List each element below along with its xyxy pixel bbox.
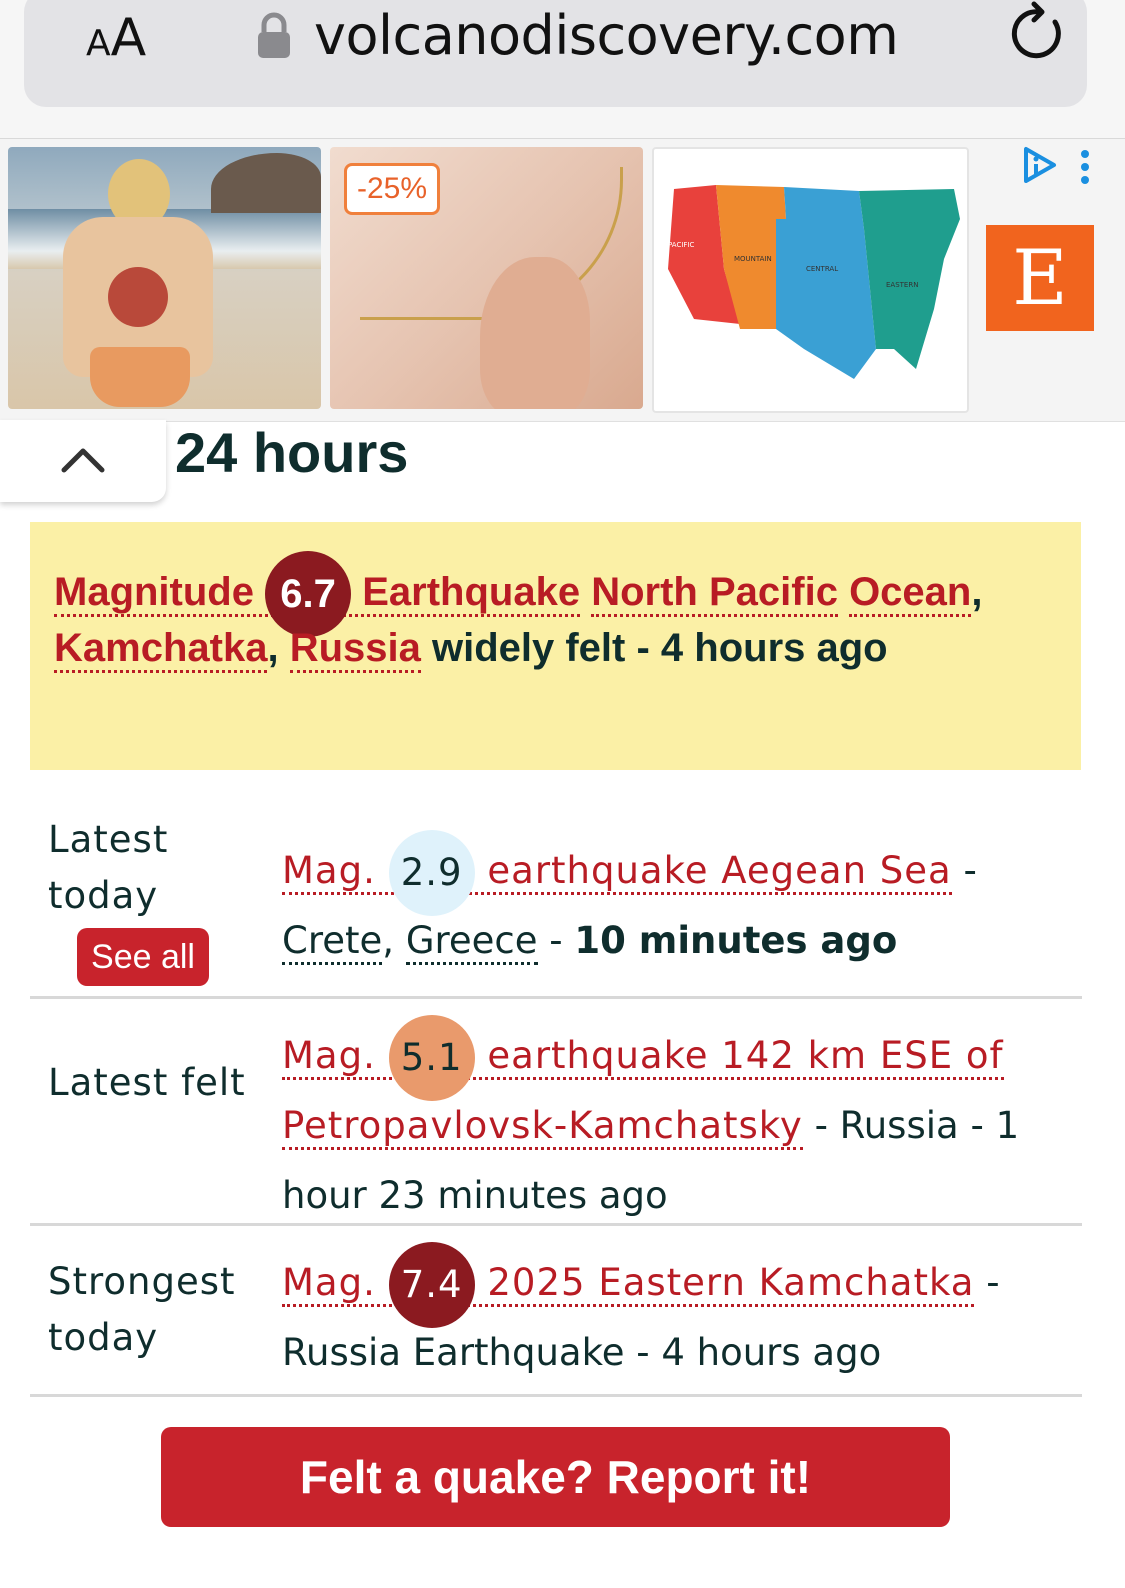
aa-small-label: A bbox=[86, 23, 111, 64]
separator: , bbox=[382, 919, 395, 962]
alert-place-link[interactable]: Kamchatka bbox=[54, 626, 268, 673]
major-quake-alert[interactable]: Magnitude 6.7 Earthquake North Pacific O… bbox=[30, 522, 1081, 770]
map-label-central: CENTRAL bbox=[806, 265, 838, 273]
alert-quake-word: Earthquake bbox=[362, 570, 581, 614]
row-label-latest-today: Latest today bbox=[48, 818, 169, 917]
discount-badge: -25% bbox=[344, 163, 441, 215]
ad-image-necklace[interactable]: -25% bbox=[330, 147, 643, 409]
map-label-eastern: EASTERN bbox=[886, 281, 918, 289]
row-label-strongest-today: Strongest today bbox=[48, 1260, 236, 1359]
latest-felt-row: Latest felt Mag. 5.1 earthquake 142 km E… bbox=[30, 999, 1082, 1226]
ad-image-sweatshirt[interactable] bbox=[8, 147, 321, 409]
map-label-pacific: PACIFIC bbox=[668, 241, 694, 249]
time-ago: 10 minutes ago bbox=[574, 919, 898, 962]
alert-suffix: widely felt - 4 hours ago bbox=[431, 626, 888, 670]
alert-magnitude-link[interactable]: Magnitude 6.7 Earthquake bbox=[54, 551, 581, 638]
magnitude-badge: 6.7 bbox=[265, 551, 352, 638]
ad-image-us-timezone-map[interactable]: PACIFIC MOUNTAIN CENTRAL EASTERN bbox=[652, 147, 969, 413]
us-map-graphic: PACIFIC MOUNTAIN CENTRAL EASTERN bbox=[668, 185, 960, 379]
country-link[interactable]: Greece bbox=[405, 919, 538, 965]
latest-today-row: Latest today See all Mag. 2.9 earthquake… bbox=[30, 800, 1082, 999]
chevron-up-icon bbox=[61, 448, 105, 473]
strongest-today-quake-link[interactable]: Mag. 7.4 2025 Eastern Kamchatka bbox=[282, 1241, 975, 1328]
section-title: 24 hours bbox=[175, 421, 409, 484]
address-bar[interactable]: AA volcanodiscovery.com bbox=[24, 0, 1087, 107]
adchoices-icon[interactable] bbox=[1020, 145, 1060, 185]
collapse-ad-button[interactable] bbox=[0, 420, 166, 502]
mag-prefix: Mag. bbox=[282, 1261, 376, 1304]
magnitude-badge: 5.1 bbox=[388, 1014, 475, 1101]
quake-title-place: Petropavlovsk-Kamchatsky bbox=[282, 1104, 803, 1147]
more-options-icon[interactable] bbox=[1079, 149, 1091, 185]
see-all-button[interactable]: See all bbox=[77, 928, 209, 986]
report-quake-button[interactable]: Felt a quake? Report it! bbox=[161, 1427, 950, 1527]
magnitude-badge: 2.9 bbox=[388, 829, 475, 916]
url-text[interactable]: volcanodiscovery.com bbox=[314, 4, 899, 67]
mag-prefix: Mag. bbox=[282, 849, 376, 892]
row-label-latest-felt: Latest felt bbox=[48, 1061, 246, 1104]
quake-title: earthquake 142 km ESE of bbox=[487, 1034, 1004, 1077]
reload-icon[interactable] bbox=[1008, 0, 1072, 64]
quake-title: 2025 Eastern Kamchatka bbox=[487, 1261, 975, 1304]
alert-prefix: Magnitude bbox=[54, 570, 254, 614]
latest-felt-text: Mag. 5.1 earthquake 142 km ESE of Petrop… bbox=[282, 1014, 1062, 1231]
strongest-today-text: Mag. 7.4 2025 Eastern Kamchatka - Russia… bbox=[282, 1241, 1062, 1388]
magnitude-badge: 7.4 bbox=[388, 1241, 475, 1328]
alert-headline: Magnitude 6.7 Earthquake North Pacific O… bbox=[54, 551, 1064, 676]
alert-ocean-link[interactable]: Ocean bbox=[849, 570, 972, 617]
strongest-today-row: Strongest today Mag. 7.4 2025 Eastern Ka… bbox=[30, 1226, 1082, 1397]
browser-toolbar: AA volcanodiscovery.com bbox=[0, 0, 1125, 139]
alert-sep-1: , bbox=[971, 570, 983, 614]
etsy-logo[interactable]: E bbox=[986, 225, 1094, 331]
text-size-button[interactable]: AA bbox=[86, 8, 146, 68]
aa-large-label: A bbox=[110, 8, 147, 68]
alert-region-link[interactable]: North Pacific bbox=[591, 570, 838, 617]
ad-banner[interactable]: -25% PACIFIC MOUNTAIN CENTRAL EASTERN E bbox=[0, 139, 1125, 422]
lock-icon bbox=[258, 12, 290, 58]
quake-title: earthquake Aegean Sea bbox=[487, 849, 952, 892]
map-label-mountain: MOUNTAIN bbox=[734, 255, 772, 263]
separator: - bbox=[951, 849, 977, 892]
alert-country-link[interactable]: Russia bbox=[289, 626, 421, 673]
separator: - bbox=[537, 919, 575, 962]
alert-sep-2: , bbox=[267, 626, 279, 670]
latest-today-quake-link[interactable]: Mag. 2.9 earthquake Aegean Sea bbox=[282, 829, 952, 916]
latest-today-text: Mag. 2.9 earthquake Aegean Sea - Crete, … bbox=[282, 829, 1062, 976]
mag-prefix: Mag. bbox=[282, 1034, 376, 1077]
region-link[interactable]: Crete bbox=[282, 919, 383, 965]
